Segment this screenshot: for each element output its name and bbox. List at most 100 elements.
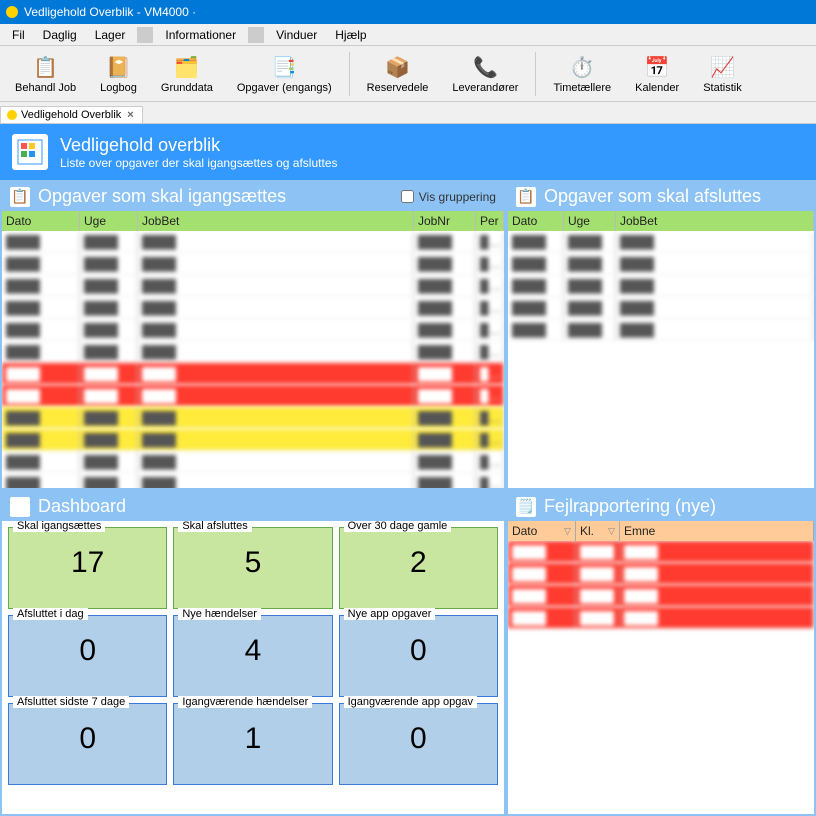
table-row[interactable]: ████████████████████ — [2, 385, 504, 407]
menu-fil[interactable]: Fil — [4, 26, 33, 44]
tab-close-icon[interactable]: × — [125, 109, 135, 121]
menu-informationer[interactable]: Informationer — [157, 26, 244, 44]
cell: ████ — [414, 276, 476, 296]
table-row[interactable]: ████████████████████ — [2, 363, 504, 385]
dashboard-card[interactable]: Igangværende app opgav0 — [339, 703, 498, 785]
grid-body[interactable]: ████████████████████████████████████████… — [508, 231, 814, 488]
table-row[interactable]: ████████████ — [508, 231, 814, 253]
cell: ████ — [576, 608, 620, 628]
vis-gruppering-checkbox[interactable]: Vis gruppering — [399, 190, 496, 204]
dashboard-card[interactable]: Afsluttet i dag0 — [8, 615, 167, 697]
toolbar-behandl-job[interactable]: 📋Behandl Job — [4, 48, 87, 100]
tab-vedligehold-overblik[interactable]: Vedligehold Overblik × — [0, 106, 143, 123]
table-row[interactable]: ████████████████████ — [2, 473, 504, 488]
cell: ████ — [616, 232, 814, 252]
col-jobbet[interactable]: JobBet — [616, 211, 814, 231]
dashboard-card[interactable]: Nye hændelser4 — [173, 615, 332, 697]
toolbar-grunddata[interactable]: 🗂️Grunddata — [150, 48, 224, 100]
dashboard-card[interactable]: Over 30 dage gamle2 — [339, 527, 498, 609]
toolbar-leverand-rer[interactable]: 📞Leverandører — [441, 48, 529, 100]
cell: ████ — [414, 364, 476, 384]
table-row[interactable]: ████████████████████ — [2, 231, 504, 253]
col-per[interactable]: Per — [476, 211, 504, 231]
dashboard-card[interactable]: Skal igangsættes17 — [8, 527, 167, 609]
table-row[interactable]: ████████████████████ — [2, 451, 504, 473]
toolbar-icon: 📦 — [384, 54, 412, 82]
dashboard-card[interactable]: Afsluttet sidste 7 dage0 — [8, 703, 167, 785]
cell: ████ — [2, 474, 80, 489]
dashboard-body: Skal igangsættes17Skal afsluttes5Over 30… — [2, 521, 504, 814]
cell: ████ — [508, 298, 564, 318]
sort-icon[interactable]: ▽ — [608, 526, 615, 537]
table-row[interactable]: ████████████ — [508, 297, 814, 319]
table-row[interactable]: ████████████ — [508, 585, 814, 607]
vis-gruppering-input[interactable] — [401, 190, 414, 203]
toolbar-opgaver-engangs-[interactable]: 📑Opgaver (engangs) — [226, 48, 343, 100]
menubar: Fil Daglig Lager Informationer Vinduer H… — [0, 24, 816, 46]
col-uge[interactable]: Uge — [564, 211, 616, 231]
table-row[interactable]: ████████████ — [508, 607, 814, 629]
table-row[interactable]: ████████████████████ — [2, 341, 504, 363]
grid-body[interactable]: ████████████████████████████████████████… — [2, 231, 504, 488]
col-emne[interactable]: Emne — [620, 521, 814, 541]
cell: ████ — [508, 542, 576, 562]
cell: ████ — [2, 342, 80, 362]
table-row[interactable]: ████████████████████ — [2, 275, 504, 297]
col-jobnr[interactable]: JobNr — [414, 211, 476, 231]
cell: ████ — [508, 276, 564, 296]
dashboard-card[interactable]: Igangværende hændelser1 — [173, 703, 332, 785]
table-row[interactable]: ████████████████████ — [2, 319, 504, 341]
menu-vinduer[interactable]: Vinduer — [268, 26, 325, 44]
page-title: Vedligehold overblik — [60, 135, 338, 156]
toolbar-logbog[interactable]: 📔Logbog — [89, 48, 148, 100]
table-row[interactable]: ████████████████████ — [2, 297, 504, 319]
col-dato[interactable]: Dato — [508, 211, 564, 231]
toolbar-icon: 📞 — [471, 54, 499, 82]
table-row[interactable]: ████████████████████ — [2, 429, 504, 451]
cell: ████ — [414, 232, 476, 252]
cell: ████ — [508, 320, 564, 340]
dashboard-title: Dashboard — [38, 496, 126, 517]
panel-start-title: Opgaver som skal igangsættes — [38, 186, 286, 207]
toolbar-kalender[interactable]: 📅Kalender — [624, 48, 690, 100]
menu-hjaelp[interactable]: Hjælp — [327, 26, 374, 44]
card-value: 0 — [13, 708, 162, 770]
cell: ████ — [80, 298, 138, 318]
col-jobbet[interactable]: JobBet — [138, 211, 414, 231]
col-uge[interactable]: Uge — [80, 211, 138, 231]
col-dato[interactable]: Dato▽ — [508, 521, 576, 541]
menu-lager[interactable]: Lager — [87, 26, 134, 44]
card-value: 0 — [344, 620, 493, 682]
grid-header: Dato Uge JobBet JobNr Per — [2, 211, 504, 231]
col-kl[interactable]: Kl.▽ — [576, 521, 620, 541]
toolbar-reservedele[interactable]: 📦Reservedele — [356, 48, 440, 100]
panel-finish-title: Opgaver som skal afsluttes — [544, 186, 761, 207]
grid-body[interactable]: ████████████████████████████████████████… — [508, 541, 814, 814]
cell: ████ — [80, 254, 138, 274]
card-label: Afsluttet sidste 7 dage — [13, 696, 129, 708]
toolbar-icon: 📔 — [105, 54, 133, 82]
cell: ████ — [620, 542, 814, 562]
table-row[interactable]: ████████████ — [508, 541, 814, 563]
card-label: Nye hændelser — [178, 608, 261, 620]
sort-icon[interactable]: ▽ — [564, 526, 571, 537]
page-subtitle: Liste over opgaver der skal igangsættes … — [60, 156, 338, 170]
card-label: Skal igangsættes — [13, 521, 105, 532]
table-row[interactable]: ████████████ — [508, 253, 814, 275]
menu-daglig[interactable]: Daglig — [35, 26, 85, 44]
toolbar-statistik[interactable]: 📈Statistik — [692, 48, 753, 100]
table-row[interactable]: ████████████████████ — [2, 407, 504, 429]
toolbar-timet-llere[interactable]: ⏱️Timetællere — [542, 48, 622, 100]
table-row[interactable]: ████████████████████ — [2, 253, 504, 275]
col-dato[interactable]: Dato — [2, 211, 80, 231]
table-row[interactable]: ████████████ — [508, 319, 814, 341]
dashboard-card[interactable]: Skal afsluttes5 — [173, 527, 332, 609]
panel-dashboard: ◐ Dashboard Skal igangsættes17Skal afslu… — [0, 490, 506, 816]
table-row[interactable]: ████████████ — [508, 275, 814, 297]
dashboard-card[interactable]: Nye app opgaver0 — [339, 615, 498, 697]
cell: ████ — [138, 254, 414, 274]
overview-icon — [12, 134, 48, 170]
cell: ████ — [564, 254, 616, 274]
cell: ████ — [616, 298, 814, 318]
table-row[interactable]: ████████████ — [508, 563, 814, 585]
